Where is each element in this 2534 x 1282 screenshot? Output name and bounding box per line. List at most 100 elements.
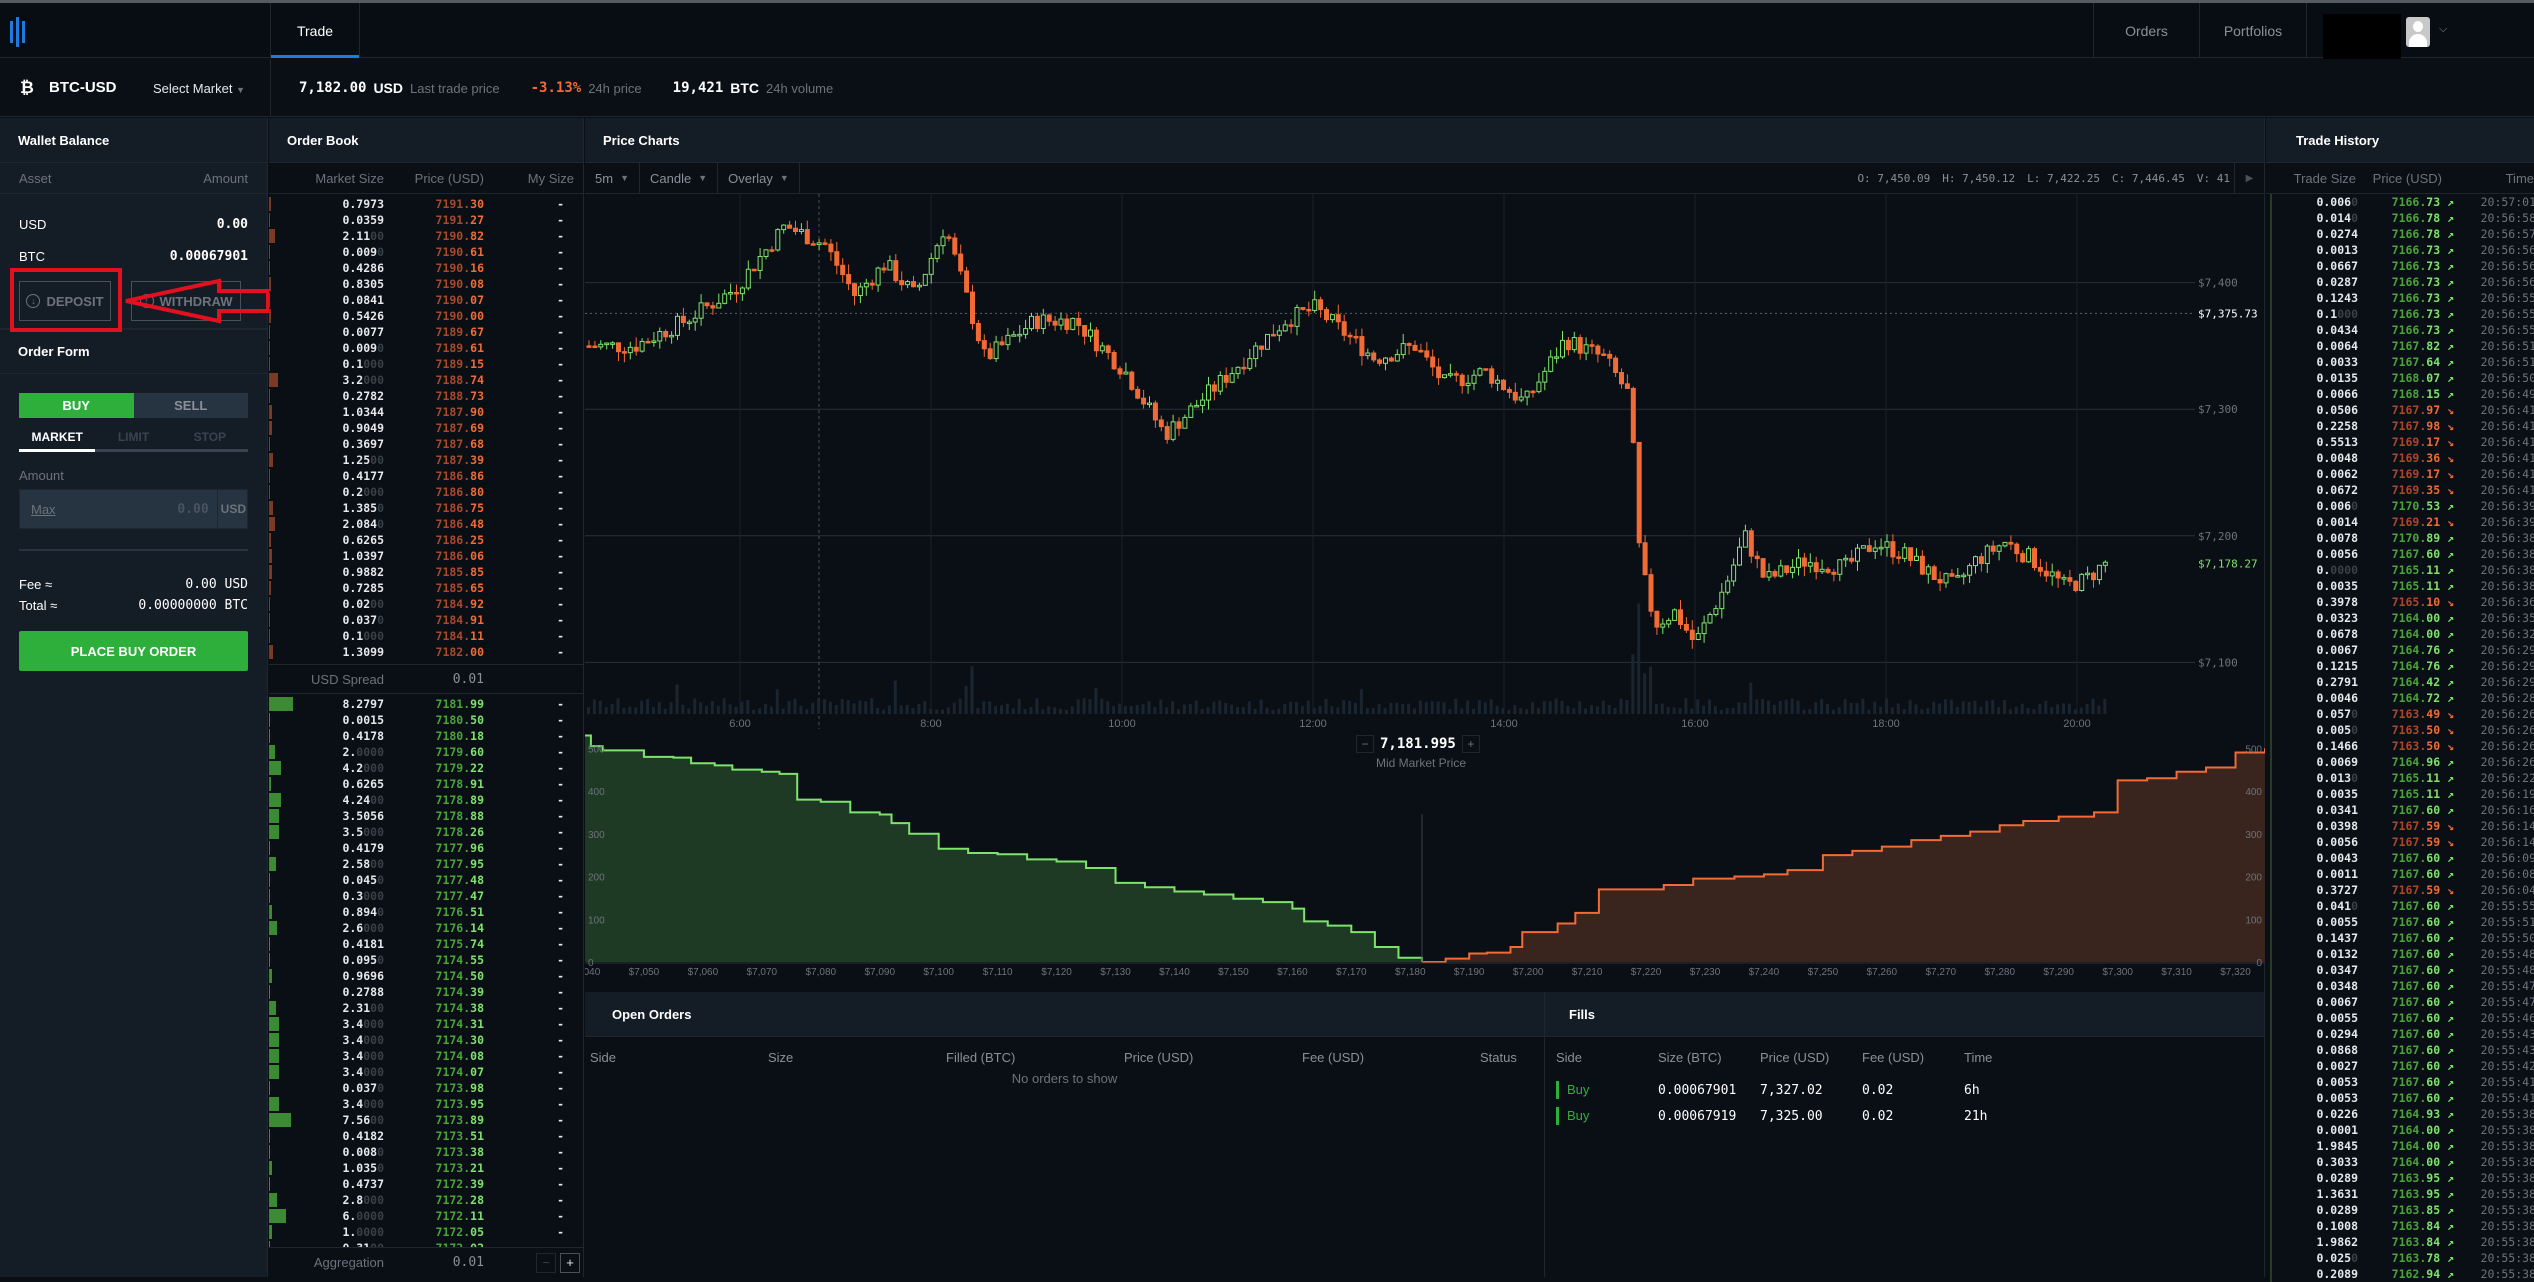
app-logo-icon[interactable] — [8, 17, 30, 47]
candle — [2037, 558, 2043, 577]
nav-orders[interactable]: Orders — [2093, 3, 2199, 58]
candlestick-chart[interactable]: $7,400 $7,300 $7,200 $7,100 6:00 8:00 10:00 12:… — [585, 194, 2265, 734]
order-book-row[interactable]: 2.58002.5800 7177.95 - — [269, 856, 583, 872]
market-size: 0.03700.0370 — [342, 1081, 384, 1095]
order-book-row[interactable]: 0.20000.2000 7186.80 - — [269, 484, 583, 500]
order-book-row[interactable]: 0.04500.0450 7177.48 - — [269, 872, 583, 888]
order-book-row[interactable]: 0.27820.2782 7188.73 - — [269, 388, 583, 404]
order-book-row[interactable]: 1.30991.3099 7182.00 - — [269, 644, 583, 660]
aggregation-decrease-button[interactable]: − — [536, 1252, 556, 1273]
order-book-row[interactable]: 4.20004.2000 7179.22 - — [269, 760, 583, 776]
order-book-row[interactable]: 3.40003.4000 7173.95 - — [269, 1096, 583, 1112]
tab-limit[interactable]: LIMIT — [95, 424, 172, 452]
withdraw-button[interactable]: ↑ WITHDRAW — [131, 281, 241, 321]
order-book-row[interactable]: 0.10000.1000 7189.15 - — [269, 356, 583, 372]
max-link[interactable]: Max — [20, 502, 177, 517]
trade-row: 0.0250 7163.78 ↗ 20:55:38 — [2272, 1250, 2534, 1266]
order-book-row[interactable]: 2.00002.0000 7179.60 - — [269, 744, 583, 760]
order-book-row[interactable]: 0.00900.0090 7189.61 - — [269, 340, 583, 356]
order-book-row[interactable]: 0.00150.0015 7180.50 - — [269, 712, 583, 728]
amount-value[interactable]: 0.00 — [177, 502, 216, 517]
order-book-row[interactable]: 0.30000.3000 7177.47 - — [269, 888, 583, 904]
fill-row[interactable]: Buy 0.00067919 7,325.00 0.02 21h — [1545, 1103, 2264, 1129]
order-book-row[interactable]: 3.50003.5000 7178.26 - — [269, 824, 583, 840]
tab-market[interactable]: MARKET — [19, 424, 96, 452]
order-book-row[interactable]: 1.03971.0397 7186.06 - — [269, 548, 583, 564]
order-book-row[interactable]: 8.27978.27977181.99- — [269, 696, 583, 712]
play-icon[interactable]: ▶ — [2234, 163, 2264, 194]
volume-bar — [1761, 698, 1765, 714]
order-book-row[interactable]: 3.40003.4000 7174.30 - — [269, 1032, 583, 1048]
order-book-row[interactable]: 2.08402.0840 7186.48 - — [269, 516, 583, 532]
nav-portfolios[interactable]: Portfolios — [2199, 3, 2306, 58]
order-book-row[interactable]: 0.41810.4181 7175.74 - — [269, 936, 583, 952]
order-book-row[interactable]: 0.00800.0080 7173.38 - — [269, 1144, 583, 1160]
fill-row[interactable]: Buy 0.00067901 7,327.02 0.02 6h — [1545, 1077, 2264, 1103]
order-book-row[interactable]: 0.41780.4178 7180.18 - — [269, 728, 583, 744]
order-book-row[interactable]: 0.00770.0077 7189.67 - — [269, 324, 583, 340]
order-book-row[interactable]: 2.60002.6000 7176.14 - — [269, 920, 583, 936]
order-book-row[interactable]: 0.36970.3697 7187.68 - — [269, 436, 583, 452]
sell-tab[interactable]: SELL — [133, 393, 248, 418]
order-book-row[interactable]: 3.40003.4000 7174.07 - — [269, 1064, 583, 1080]
place-buy-order-button[interactable]: PLACE BUY ORDER — [19, 631, 248, 671]
order-book-row[interactable]: 3.20003.2000 7188.74 - — [269, 372, 583, 388]
order-book-row[interactable]: 4.24004.2400 7178.89 - — [269, 792, 583, 808]
order-book-row[interactable]: 0.02000.0200 7184.92 - — [269, 596, 583, 612]
order-book-row[interactable]: 0.03590.0359 7191.27 - — [269, 212, 583, 228]
order-book-row[interactable]: 3.40003.4000 7174.08 - — [269, 1048, 583, 1064]
order-book-row[interactable]: 0.54260.5426 7190.00 - — [269, 308, 583, 324]
mid-price-decrease-button[interactable]: − — [1356, 735, 1374, 753]
order-book-row[interactable]: 1.03441.0344 7187.90 - — [269, 404, 583, 420]
trade-row: 0.0056 7167.59 ↘ 20:56:14 — [2272, 834, 2534, 850]
order-book-row[interactable]: 0.03700.0370 7173.98 - — [269, 1080, 583, 1096]
order-book-row[interactable]: 0.62650.6265 7178.91 - — [269, 776, 583, 792]
aggregation-increase-button[interactable]: + — [560, 1252, 580, 1273]
select-market-dropdown[interactable]: Select Market ▼ — [153, 81, 245, 96]
tab-stop[interactable]: STOP — [171, 424, 248, 452]
order-book-row[interactable]: 0.41790.4179 7177.96 - — [269, 840, 583, 856]
account-menu[interactable]: ⌵ — [2306, 3, 2534, 59]
order-book-row[interactable]: 2.31002.3100 7174.38 - — [269, 1000, 583, 1016]
overlay-dropdown[interactable]: Overlay ▼ — [718, 162, 800, 194]
order-book-row[interactable]: 1.25001.2500 7187.39 - — [269, 452, 583, 468]
mid-price-increase-button[interactable]: + — [1461, 735, 1480, 753]
order-book-row[interactable]: 1.38501.3850 7186.75 - — [269, 500, 583, 516]
order-book-row[interactable]: 0.09500.0950 7174.55 - — [269, 952, 583, 968]
order-book-row[interactable]: 0.10000.1000 7184.11 - — [269, 628, 583, 644]
order-book-row[interactable]: 0.03700.0370 7184.91 - — [269, 612, 583, 628]
chart-type-dropdown[interactable]: Candle ▼ — [640, 162, 719, 194]
order-book-row[interactable]: 0.83050.8305 7190.08 - — [269, 276, 583, 292]
order-book-row[interactable]: 0.96960.9696 7174.50 - — [269, 968, 583, 984]
order-book-row[interactable]: 0.41820.4182 7173.51 - — [269, 1128, 583, 1144]
order-book-row[interactable]: 0.00900.0090 7190.61 - — [269, 244, 583, 260]
avatar-icon[interactable] — [2406, 17, 2430, 47]
order-book-row[interactable]: 1.03501.0350 7173.21 - — [269, 1160, 583, 1176]
order-book-row[interactable]: 2.80002.8000 7172.28 - — [269, 1192, 583, 1208]
order-book-row[interactable]: 0.27880.2788 7174.39 - — [269, 984, 583, 1000]
chevron-down-icon[interactable]: ⌵ — [2439, 23, 2447, 36]
buy-tab[interactable]: BUY — [19, 393, 134, 418]
order-book-row[interactable]: 0.08410.0841 7190.07 - — [269, 292, 583, 308]
order-book-row[interactable]: 0.89400.8940 7176.51 - — [269, 904, 583, 920]
deposit-button[interactable]: ↓ DEPOSIT — [19, 281, 111, 321]
amount-input[interactable]: Max 0.00 USD — [19, 489, 248, 529]
order-book-row[interactable]: 0.79730.7973 7191.30 - — [269, 196, 583, 212]
order-book-row[interactable]: 0.47370.4737 7172.39 - — [269, 1176, 583, 1192]
order-book-row[interactable]: 0.90490.9049 7187.69 - — [269, 420, 583, 436]
order-book-row[interactable]: 6.00006.0000 7172.11 - — [269, 1208, 583, 1224]
order-book-row[interactable]: 2.11002.1100 7190.82 - — [269, 228, 583, 244]
order-book-row[interactable]: 0.41770.4177 7186.86 - — [269, 468, 583, 484]
order-book-row[interactable]: 0.72850.7285 7185.65 - — [269, 580, 583, 596]
order-book-row[interactable]: 3.50563.5056 7178.88 - — [269, 808, 583, 824]
order-book-row[interactable]: 1.00001.0000 7172.05 - — [269, 1224, 583, 1240]
order-book-row[interactable]: 0.42860.4286 7190.16 - — [269, 260, 583, 276]
interval-dropdown[interactable]: 5m ▼ — [585, 162, 640, 194]
order-book-row[interactable]: 7.56007.56007173.89- — [269, 1112, 583, 1128]
tab-trade[interactable]: Trade — [270, 3, 360, 58]
order-book-row[interactable]: 0.62650.6265 7186.25 - — [269, 532, 583, 548]
trade-size: 0.2258 — [2316, 419, 2358, 433]
order-book-row[interactable]: 3.40003.4000 7174.31 - — [269, 1016, 583, 1032]
trade-time: 20:56:56 — [2480, 259, 2534, 273]
order-book-row[interactable]: 0.98820.9882 7185.85 - — [269, 564, 583, 580]
